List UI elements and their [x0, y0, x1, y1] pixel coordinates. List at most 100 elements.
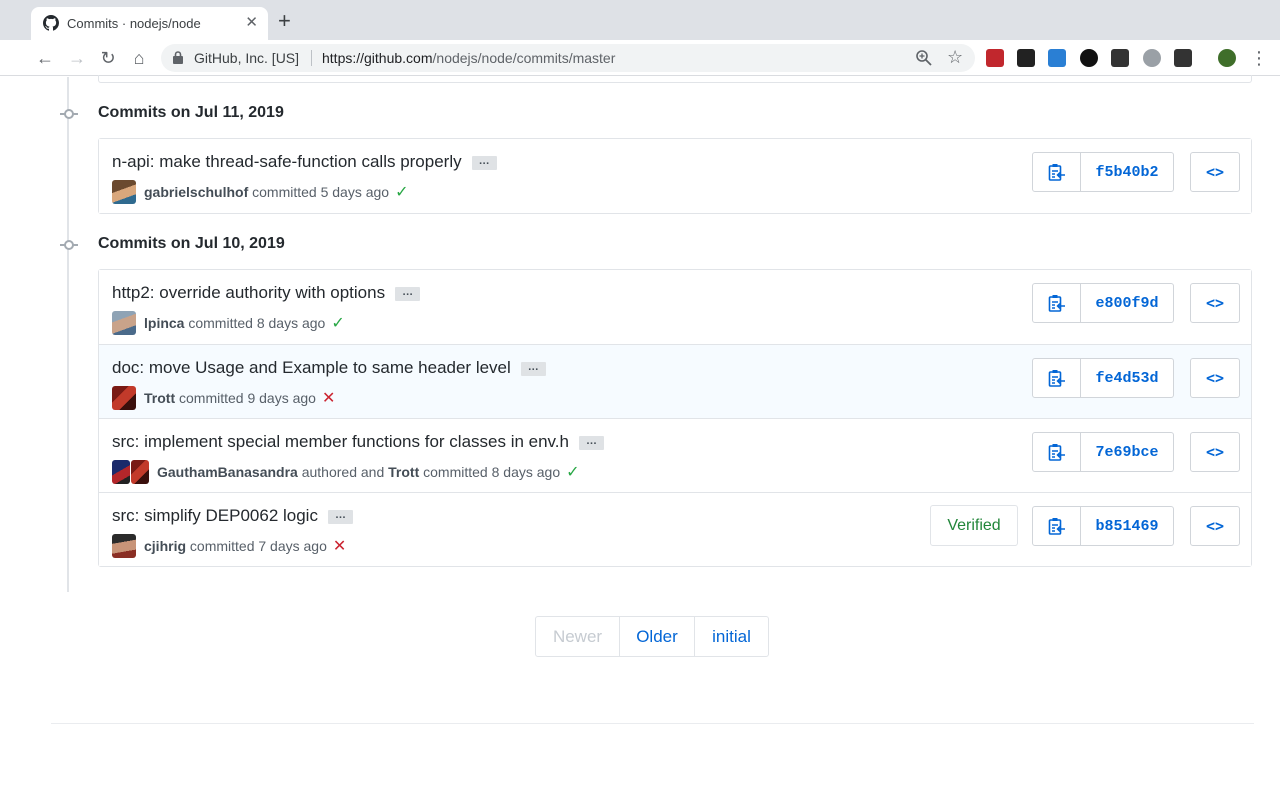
browser-toolbar: ← → ↻ ⌂ GitHub, Inc. [US] https://github…: [0, 40, 1280, 76]
address-bar[interactable]: GitHub, Inc. [US] https://github.com/nod…: [161, 44, 975, 72]
failure-x-icon[interactable]: ✕: [322, 388, 335, 408]
clipboard-icon: [1048, 369, 1065, 387]
commit-message-line: http2: override authority with options …: [112, 283, 421, 303]
avatar[interactable]: [112, 311, 136, 335]
menu-icon[interactable]: ⋮: [1248, 47, 1270, 69]
bookmark-star-icon[interactable]: ☆: [947, 47, 963, 68]
circle-extension-icon[interactable]: [1080, 49, 1098, 67]
browser-tab-strip: Commits · nodejs/node ✕ +: [0, 0, 1280, 40]
home-icon[interactable]: ⌂: [128, 47, 150, 69]
author-link[interactable]: GauthamBanasandra: [157, 464, 298, 480]
commit-meta: Trott committed 9 days ago ✕: [112, 386, 335, 410]
commit-sha-link[interactable]: fe4d53d: [1081, 358, 1174, 398]
commits-page: Commits on Jul 11, 2019 n-api: make thre…: [0, 75, 1280, 800]
commit-row: doc: move Usage and Example to same head…: [99, 344, 1251, 418]
browse-code-button[interactable]: <>: [1190, 152, 1240, 192]
lock-icon: [173, 51, 183, 64]
sha-button-group: fe4d53d: [1032, 358, 1174, 398]
copy-sha-button[interactable]: [1032, 358, 1081, 398]
commit-message[interactable]: http2: override authority with options: [112, 283, 385, 302]
committer-link[interactable]: Trott: [388, 464, 419, 480]
commit-time: committed 5 days ago: [252, 184, 390, 200]
expand-message-button[interactable]: …: [520, 361, 546, 376]
url-text[interactable]: https://github.com/nodejs/node/commits/m…: [322, 50, 615, 66]
url-host: https://github.com: [322, 50, 433, 66]
commit-row: n-api: make thread-safe-function calls p…: [99, 139, 1251, 213]
commit-time: committed 7 days ago: [189, 538, 327, 554]
avatar[interactable]: [112, 460, 130, 484]
copy-sha-button[interactable]: [1032, 152, 1081, 192]
sha-button-group: f5b40b2: [1032, 152, 1174, 192]
new-tab-icon[interactable]: +: [278, 9, 291, 33]
author-link[interactable]: cjihrig: [144, 538, 186, 554]
pagination: Newer Older initial: [535, 616, 769, 657]
success-check-icon[interactable]: ✓: [395, 182, 408, 202]
expand-message-button[interactable]: …: [327, 509, 353, 524]
commit-message[interactable]: src: implement special member functions …: [112, 432, 569, 451]
commit-message-line: n-api: make thread-safe-function calls p…: [112, 152, 497, 172]
sha-button-group: e800f9d: [1032, 283, 1174, 323]
failure-x-icon[interactable]: ✕: [333, 536, 346, 556]
chat-extension-icon[interactable]: [1111, 49, 1129, 67]
avatar[interactable]: [131, 460, 149, 484]
initial-button[interactable]: initial: [694, 617, 768, 656]
commit-group-title: Commits on Jul 10, 2019: [98, 235, 285, 252]
commit-time: committed 8 days ago: [188, 315, 326, 331]
copy-sha-button[interactable]: [1032, 506, 1081, 546]
zoom-icon[interactable]: [915, 49, 933, 67]
commit-list: n-api: make thread-safe-function calls p…: [98, 138, 1252, 214]
clipboard-icon: [1048, 163, 1065, 181]
reload-icon[interactable]: ↻: [97, 47, 119, 69]
commit-time: committed 9 days ago: [179, 390, 316, 406]
author-link[interactable]: Trott: [144, 390, 175, 406]
expand-message-button[interactable]: …: [578, 435, 604, 450]
avatar-extension-icon[interactable]: [1218, 49, 1236, 67]
verified-badge[interactable]: Verified: [930, 505, 1018, 546]
commit-row: http2: override authority with options… …: [99, 270, 1251, 344]
commit-row: src: simplify DEP0062 logic … cjihrig com…: [99, 492, 1251, 566]
close-tab-icon[interactable]: ✕: [245, 14, 258, 32]
browser-tab[interactable]: Commits · nodejs/node ✕: [31, 7, 268, 40]
author-link[interactable]: gabrielschulhof: [144, 184, 248, 200]
back-icon[interactable]: ←: [34, 47, 56, 69]
commit-time: committed 8 days ago: [423, 464, 561, 480]
tab-title: Commits · nodejs/node: [67, 16, 201, 31]
commit-message-line: doc: move Usage and Example to same head…: [112, 358, 546, 378]
commit-sha-link[interactable]: b851469: [1081, 506, 1174, 546]
browse-code-button[interactable]: <>: [1190, 358, 1240, 398]
success-check-icon[interactable]: ✓: [566, 462, 579, 482]
author-link[interactable]: lpinca: [144, 315, 184, 331]
timeline-line: [67, 77, 69, 592]
commit-sha-link[interactable]: f5b40b2: [1081, 152, 1174, 192]
commit-message[interactable]: src: simplify DEP0062 logic: [112, 506, 318, 525]
browse-code-button[interactable]: <>: [1190, 432, 1240, 472]
commit-sha-link[interactable]: 7e69bce: [1081, 432, 1174, 472]
commit-message[interactable]: n-api: make thread-safe-function calls p…: [112, 152, 462, 171]
copy-sha-button[interactable]: [1032, 283, 1081, 323]
gear-extension-icon[interactable]: [1143, 49, 1161, 67]
clipboard-icon: [1048, 294, 1065, 312]
success-check-icon[interactable]: ✓: [331, 313, 344, 333]
commit-message-line: src: implement special member functions …: [112, 432, 604, 452]
commit-group-icon: [60, 240, 78, 250]
terminal-extension-icon[interactable]: [1017, 49, 1035, 67]
authored-label: authored and: [301, 464, 385, 480]
older-button[interactable]: Older: [619, 617, 694, 656]
browse-code-button[interactable]: <>: [1190, 283, 1240, 323]
commit-sha-link[interactable]: e800f9d: [1081, 283, 1174, 323]
expand-message-button[interactable]: …: [471, 155, 497, 170]
ublock-extension-icon[interactable]: [986, 49, 1004, 67]
avatar[interactable]: [112, 534, 136, 558]
copy-sha-button[interactable]: [1032, 432, 1081, 472]
browse-code-button[interactable]: <>: [1190, 506, 1240, 546]
commit-group-title: Commits on Jul 11, 2019: [98, 104, 284, 121]
comment-extension-icon[interactable]: [1174, 49, 1192, 67]
forward-icon[interactable]: →: [66, 47, 88, 69]
commit-meta: GauthamBanasandra authored and Trott com…: [112, 460, 580, 484]
expand-message-button[interactable]: …: [395, 286, 421, 301]
avatar[interactable]: [112, 180, 136, 204]
commit-message[interactable]: doc: move Usage and Example to same head…: [112, 358, 511, 377]
s-extension-icon[interactable]: [1048, 49, 1066, 67]
previous-commit-box-edge: [98, 75, 1252, 83]
avatar[interactable]: [112, 386, 136, 410]
